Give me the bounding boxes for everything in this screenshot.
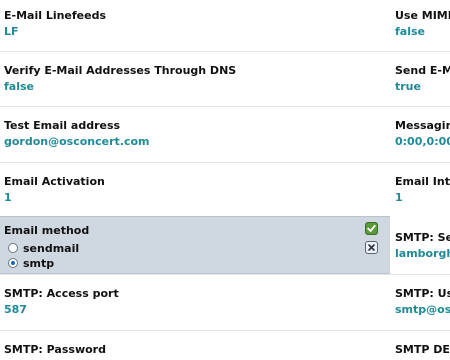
row-divider: [0, 330, 450, 331]
setting-test-email-address[interactable]: Test Email address gordon@osconcert.com: [0, 119, 390, 149]
row-divider: [0, 274, 450, 275]
setting-value: 587: [4, 303, 27, 316]
smtp-radio[interactable]: [8, 258, 18, 268]
setting-value: 1: [395, 191, 403, 204]
sendmail-radio[interactable]: [8, 243, 18, 253]
cancel-button[interactable]: [365, 241, 378, 254]
setting-email-activation[interactable]: Email Activation 1: [0, 175, 390, 205]
setting-email-linefeeds[interactable]: E-Mail Linefeeds LF: [0, 9, 390, 39]
setting-use-mime[interactable]: Use MIME false: [390, 9, 450, 39]
setting-smtp-user[interactable]: SMTP: Us smtp@os: [390, 287, 450, 317]
sendmail-radio-label: sendmail: [23, 241, 80, 255]
setting-label: E-Mail Linefeeds: [4, 9, 107, 22]
email-method-label: Email method: [4, 224, 90, 237]
setting-value: true: [395, 80, 421, 93]
setting-smtp-server[interactable]: SMTP: Se lamborgh: [390, 231, 450, 261]
setting-value: false: [4, 80, 34, 93]
setting-label: Send E-M: [395, 64, 450, 77]
setting-label: SMTP DE: [395, 343, 450, 356]
setting-verify-email-dns[interactable]: Verify E-Mail Addresses Through DNS fals…: [0, 64, 390, 94]
setting-value: false: [395, 25, 425, 38]
setting-label: Email Activation: [4, 175, 105, 188]
setting-label: SMTP: Se: [395, 231, 450, 244]
row-divider: [0, 162, 450, 163]
setting-value: gordon@osconcert.com: [4, 135, 150, 148]
setting-value: 0:00,0:00: [395, 135, 450, 148]
radio-option-smtp[interactable]: smtp: [8, 256, 54, 270]
setting-value: 1: [4, 191, 12, 204]
setting-label: Messagin: [395, 119, 450, 132]
setting-smtp-default[interactable]: SMTP DE: [390, 343, 450, 359]
row-divider: [0, 51, 450, 52]
row-divider: [0, 106, 450, 107]
close-icon: [368, 244, 375, 251]
setting-label: Email Int: [395, 175, 450, 188]
setting-value: smtp@os: [395, 303, 450, 316]
setting-value: LF: [4, 25, 19, 38]
setting-label: SMTP: Access port: [4, 287, 119, 300]
email-method-edit-panel: Email method sendmail smtp: [0, 216, 390, 274]
setting-messaging[interactable]: Messagin 0:00,0:00: [390, 119, 450, 149]
smtp-radio-label: smtp: [23, 256, 55, 270]
setting-label: Use MIME: [395, 9, 450, 22]
setting-value: lamborgh: [395, 247, 450, 260]
setting-label: Test Email address: [4, 119, 121, 132]
setting-smtp-access-port[interactable]: SMTP: Access port 587: [0, 287, 390, 317]
setting-smtp-password[interactable]: SMTP: Password: [0, 343, 390, 359]
setting-label: SMTP: Us: [395, 287, 450, 300]
setting-send-email[interactable]: Send E-M true: [390, 64, 450, 94]
radio-option-sendmail[interactable]: sendmail: [8, 241, 79, 255]
save-button[interactable]: [365, 222, 378, 235]
setting-email-int[interactable]: Email Int 1: [390, 175, 450, 205]
checkmark-icon: [367, 224, 376, 232]
setting-label: Verify E-Mail Addresses Through DNS: [4, 64, 237, 77]
setting-label: SMTP: Password: [4, 343, 106, 356]
